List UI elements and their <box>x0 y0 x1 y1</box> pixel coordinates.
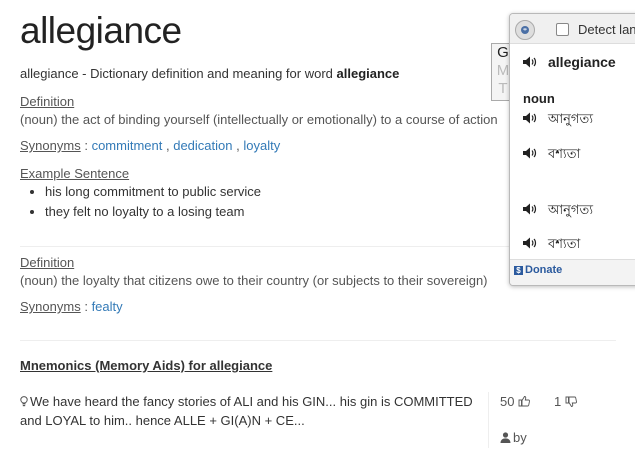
detect-language-label: Detect lan <box>578 22 635 37</box>
translation-item: আনুগত্য <box>522 201 593 222</box>
page-subtitle: allegiance - Dictionary definition and m… <box>20 66 399 81</box>
popup-word-row: allegiance <box>522 54 616 70</box>
downvote-count: 1 <box>554 394 562 409</box>
popup-toolbar: Detect lan <box>510 14 635 44</box>
donate-icon: $ <box>514 266 523 275</box>
synonyms-row: Synonyms : commitment , dedication , loy… <box>20 138 281 153</box>
user-icon <box>500 432 511 443</box>
example-list: his long commitment to public service th… <box>20 182 261 222</box>
mnemonic-text: We have heard the fancy stories of ALI a… <box>20 394 473 428</box>
synonym-link-commitment[interactable]: commitment <box>92 138 163 153</box>
translation-item: বশ্যতা <box>522 145 580 166</box>
lightbulb-icon <box>20 396 28 407</box>
speaker-icon[interactable] <box>522 55 538 69</box>
example-item: they felt no loyalty to a losing team <box>45 202 261 222</box>
detect-language-checkbox[interactable] <box>556 23 569 36</box>
translation-item: বশ্যতা <box>522 235 580 256</box>
upvote-count: 50 <box>500 394 515 409</box>
upvote-button[interactable]: 50 <box>500 394 531 409</box>
translation-text: আনুগত্য <box>548 111 593 126</box>
mnemonic-entry: We have heard the fancy stories of ALI a… <box>20 392 490 430</box>
popup-word: allegiance <box>548 54 616 70</box>
definition-label: Definition <box>20 255 75 270</box>
downvote-button[interactable]: 1 <box>554 394 577 409</box>
example-sentence-label: Example Sentence <box>20 166 130 181</box>
example-item: his long commitment to public service <box>45 182 261 202</box>
definition-label: Definition <box>20 94 75 109</box>
translation-text: বশ্যতা <box>548 236 581 251</box>
translation-item: আনুগত্য <box>522 110 593 131</box>
thumbs-down-icon <box>565 396 577 407</box>
by-label: by <box>513 430 527 445</box>
translation-text: আনুগত্য <box>548 202 593 217</box>
subtitle-prefix: allegiance - Dictionary definition and m… <box>20 66 337 81</box>
synonym-link-fealty[interactable]: fealty <box>92 299 123 314</box>
definition-text: (noun) the act of binding yourself (inte… <box>20 112 498 127</box>
speaker-icon[interactable] <box>522 111 538 125</box>
synonyms-label: Synonyms <box>20 138 81 153</box>
globe-icon[interactable] <box>515 20 535 40</box>
speaker-icon[interactable] <box>522 202 538 216</box>
page-title: allegiance <box>20 10 182 51</box>
divider <box>20 340 616 341</box>
speaker-icon[interactable] <box>522 236 538 250</box>
synonym-link-dedication[interactable]: dedication <box>173 138 232 153</box>
thumbs-up-icon <box>518 396 531 407</box>
speaker-icon[interactable] <box>522 146 538 160</box>
synonyms-label: Synonyms <box>20 299 81 314</box>
mnemonics-title: Mnemonics (Memory Aids) for allegiance <box>20 358 273 373</box>
translation-text: বশ্যতা <box>548 146 581 161</box>
popup-part-of-speech: noun <box>523 91 555 106</box>
subtitle-word: allegiance <box>336 66 400 81</box>
donate-link[interactable]: $ Donate <box>514 264 562 276</box>
definition-text: (noun) the loyalty that citizens owe to … <box>20 273 488 288</box>
vote-divider <box>488 392 489 448</box>
translation-popup: Detect lan allegiance noun আনুগত্য বশ্যত… <box>509 13 635 286</box>
synonyms-row: Synonyms : fealty <box>20 299 123 314</box>
donate-label: Donate <box>525 264 563 276</box>
synonym-link-loyalty[interactable]: loyalty <box>243 138 280 153</box>
author-byline: by <box>500 430 527 445</box>
